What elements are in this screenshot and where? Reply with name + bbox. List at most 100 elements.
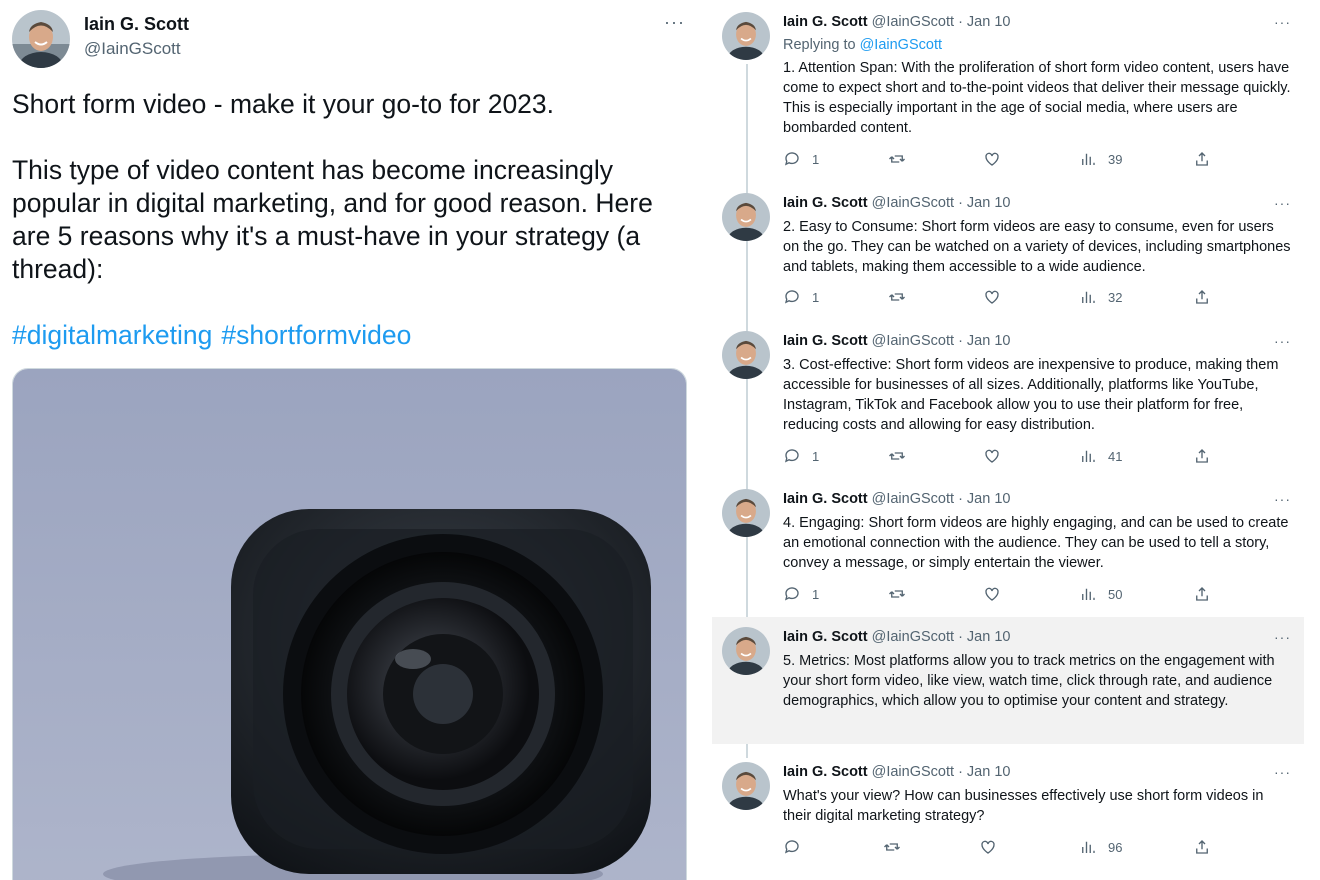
tweet-paragraph: Short form video - make it your go-to fo…	[12, 89, 555, 119]
avatar[interactable]	[722, 12, 770, 60]
avatar[interactable]	[722, 762, 770, 810]
avatar[interactable]	[12, 10, 70, 68]
reply-header: Iain G. Scott @IainGScott · Jan 10	[783, 491, 1010, 507]
more-icon[interactable]: ···	[1274, 333, 1291, 349]
retweet-icon	[889, 293, 905, 301]
retweet-action[interactable]	[888, 447, 906, 465]
tweet-actions: 1 32	[783, 288, 1233, 308]
views-action[interactable]: 96	[1079, 838, 1122, 856]
author-meta[interactable]: @IainGScott · Jan 10	[872, 14, 1011, 30]
thread-reply[interactable]: Iain G. Scott @IainGScott · Jan 10 ··· R…	[712, 0, 1304, 185]
retweet-icon	[889, 590, 905, 598]
author-name[interactable]: Iain G. Scott	[84, 14, 189, 35]
views-action[interactable]: 32	[1079, 288, 1122, 306]
retweet-action[interactable]	[888, 288, 906, 306]
author-meta[interactable]: @IainGScott · Jan 10	[872, 333, 1011, 349]
avatar[interactable]	[722, 193, 770, 241]
author-name[interactable]: Iain G. Scott	[783, 195, 868, 211]
share-action[interactable]	[1193, 838, 1211, 856]
more-icon[interactable]: ···	[1274, 764, 1291, 780]
view-count: 50	[1108, 586, 1123, 602]
retweet-action[interactable]	[883, 838, 901, 856]
reply-action[interactable]	[783, 838, 812, 856]
reply-text: 5. Metrics: Most platforms allow you to …	[783, 653, 1275, 709]
share-action[interactable]	[1193, 150, 1211, 168]
author-meta[interactable]: @IainGScott · Jan 10	[872, 195, 1011, 211]
avatar[interactable]	[722, 489, 770, 537]
reply-header: Iain G. Scott @IainGScott · Jan 10	[783, 195, 1010, 211]
mention-link[interactable]: @IainGScott	[860, 37, 942, 53]
more-icon[interactable]: ···	[1274, 491, 1291, 507]
author-handle[interactable]: @IainGScott	[84, 39, 181, 59]
thread-reply[interactable]: Iain G. Scott @IainGScott · Jan 10 ··· 3…	[712, 323, 1304, 481]
tweet-media-image[interactable]	[12, 368, 687, 880]
more-icon[interactable]: ···	[1274, 629, 1291, 645]
author-meta[interactable]: @IainGScott · Jan 10	[872, 491, 1011, 507]
reply-icon	[784, 840, 799, 854]
more-icon[interactable]: ···	[1274, 14, 1291, 30]
reply-action[interactable]: 1	[783, 288, 819, 306]
like-action[interactable]	[983, 288, 1001, 306]
hashtag-link[interactable]: #shortformvideo	[221, 320, 411, 350]
like-icon	[981, 840, 995, 854]
share-action[interactable]	[1193, 447, 1211, 465]
author-name[interactable]: Iain G. Scott	[783, 333, 868, 349]
reply-icon	[784, 449, 799, 463]
reply-text: What's your view? How can businesses eff…	[783, 788, 1264, 824]
avatar-image	[12, 10, 70, 68]
avatar[interactable]	[722, 627, 770, 675]
hashtag-link[interactable]: #digitalmarketing	[12, 320, 212, 350]
author-name[interactable]: Iain G. Scott	[783, 491, 868, 507]
share-action[interactable]	[1193, 585, 1211, 603]
hashtags: #digitalmarketing #shortformvideo	[12, 319, 692, 352]
reply-action[interactable]: 1	[783, 585, 819, 603]
view-count: 32	[1108, 289, 1123, 305]
reply-text: 1. Attention Span: With the proliferatio…	[783, 60, 1291, 136]
avatar-image	[722, 193, 770, 241]
thread: Iain G. Scott @IainGScott · Jan 10 ··· R…	[712, 0, 1304, 880]
thread-reply-highlighted[interactable]: Iain G. Scott @IainGScott · Jan 10 ··· 5…	[712, 617, 1304, 744]
tweet-text: Short form video - make it your go-to fo…	[12, 88, 692, 352]
share-action[interactable]	[1193, 288, 1211, 306]
main-tweet: Iain G. Scott @IainGScott ··· Short form…	[0, 0, 700, 880]
view-count: 41	[1108, 448, 1123, 464]
like-icon	[985, 449, 999, 463]
views-action[interactable]: 41	[1079, 447, 1122, 465]
more-icon[interactable]: ···	[664, 12, 685, 33]
thread-reply[interactable]: Iain G. Scott @IainGScott · Jan 10 ··· 4…	[712, 481, 1304, 617]
avatar[interactable]	[722, 331, 770, 379]
author-name[interactable]: Iain G. Scott	[783, 764, 868, 780]
reply-action[interactable]: 1	[783, 150, 819, 168]
avatar-image	[722, 489, 770, 537]
like-action[interactable]	[983, 585, 1001, 603]
reply-count: 1	[812, 586, 820, 602]
author-meta[interactable]: @IainGScott · Jan 10	[872, 764, 1011, 780]
like-action[interactable]	[983, 150, 1001, 168]
retweet-icon	[889, 155, 905, 163]
more-icon[interactable]: ···	[1274, 195, 1291, 211]
views-action[interactable]: 50	[1079, 585, 1122, 603]
retweet-icon	[884, 843, 900, 851]
view-count: 96	[1108, 839, 1123, 855]
share-icon	[1196, 587, 1208, 601]
retweet-action[interactable]	[888, 150, 906, 168]
reply-action[interactable]: 1	[783, 447, 819, 465]
author-name[interactable]: Iain G. Scott	[783, 629, 868, 645]
reply-icon	[784, 290, 799, 304]
like-action[interactable]	[979, 838, 997, 856]
reply-count: 1	[812, 151, 820, 167]
replying-to: Replying to @IainGScott	[783, 37, 942, 53]
thread-reply[interactable]: Iain G. Scott @IainGScott · Jan 10 ··· W…	[712, 752, 1304, 880]
reply-text: 2. Easy to Consume: Short form videos ar…	[783, 219, 1291, 275]
thread-reply[interactable]: Iain G. Scott @IainGScott · Jan 10 ··· 2…	[712, 185, 1304, 323]
avatar-image	[722, 12, 770, 60]
tweet-actions: 96	[783, 838, 1233, 858]
retweet-action[interactable]	[888, 585, 906, 603]
reply-header: Iain G. Scott @IainGScott · Jan 10	[783, 764, 1010, 780]
like-action[interactable]	[983, 447, 1001, 465]
author-name[interactable]: Iain G. Scott	[783, 14, 868, 30]
views-icon	[1082, 841, 1095, 853]
views-action[interactable]: 39	[1079, 150, 1122, 168]
avatar-image	[722, 331, 770, 379]
author-meta[interactable]: @IainGScott · Jan 10	[872, 629, 1011, 645]
